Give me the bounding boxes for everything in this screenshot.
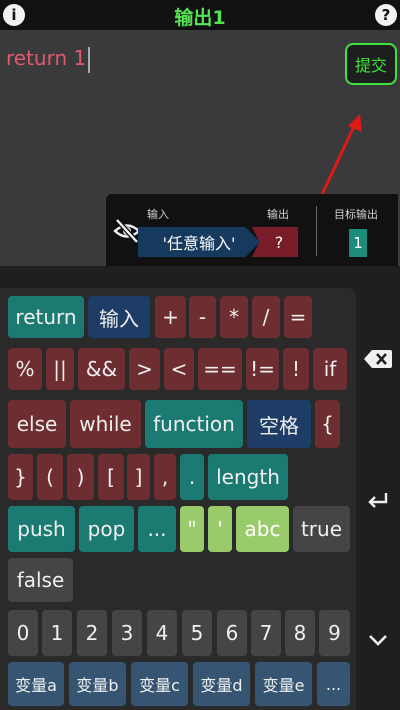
key-push[interactable]: push: [8, 506, 75, 552]
key-digit-7[interactable]: 7: [251, 610, 281, 656]
key-comma[interactable]: ,: [154, 454, 176, 500]
key-var-b[interactable]: 变量b: [69, 662, 126, 706]
key-pop[interactable]: pop: [79, 506, 134, 552]
help-icon[interactable]: ?: [375, 4, 397, 26]
input-value: '任意输入': [138, 227, 260, 257]
key-if[interactable]: if: [313, 348, 347, 390]
key-equal-equal[interactable]: ==: [198, 348, 242, 390]
submit-button[interactable]: 提交: [345, 43, 397, 85]
code-keyboard: return 输入 + - * / = % || && > < == != ! …: [0, 288, 356, 710]
key-digit-3[interactable]: 3: [112, 610, 142, 656]
header: i 输出1 ?: [0, 0, 400, 30]
key-var-d[interactable]: 变量d: [193, 662, 250, 706]
input-label: 输入: [147, 208, 169, 221]
app-root: i 输出1 ? return 1 提交 输入 输出 目标输出 '任意输入' ?: [0, 0, 400, 710]
key-spread[interactable]: ...: [138, 506, 176, 552]
key-plus[interactable]: +: [155, 296, 186, 338]
key-true[interactable]: true: [293, 506, 350, 552]
key-brace-open[interactable]: {: [315, 400, 340, 448]
key-false[interactable]: false: [8, 558, 73, 602]
key-multiply[interactable]: *: [220, 296, 248, 338]
page-title: 输出1: [174, 7, 226, 29]
key-minus[interactable]: -: [189, 296, 216, 338]
key-digit-1[interactable]: 1: [42, 610, 72, 656]
key-abc[interactable]: abc: [236, 506, 289, 552]
key-brace-close[interactable]: }: [8, 454, 33, 500]
key-greater[interactable]: >: [129, 348, 160, 390]
key-while[interactable]: while: [70, 400, 141, 448]
key-or[interactable]: ||: [46, 348, 74, 390]
backspace-icon[interactable]: [363, 348, 393, 370]
key-dot[interactable]: .: [180, 454, 204, 500]
key-modulo[interactable]: %: [8, 348, 42, 390]
key-digit-2[interactable]: 2: [77, 610, 107, 656]
key-double-quote[interactable]: ": [180, 506, 204, 552]
key-var-e[interactable]: 变量e: [255, 662, 312, 706]
key-digit-8[interactable]: 8: [285, 610, 315, 656]
key-else[interactable]: else: [8, 400, 66, 448]
output-label: 输出: [267, 208, 289, 221]
key-digit-0[interactable]: 0: [8, 610, 38, 656]
key-paren-open[interactable]: (: [37, 454, 63, 500]
key-bracket-open[interactable]: [: [98, 454, 124, 500]
enter-icon[interactable]: [366, 490, 390, 510]
key-digit-5[interactable]: 5: [182, 610, 212, 656]
key-equals[interactable]: =: [284, 296, 312, 338]
code-editor[interactable]: return 1 提交 输入 输出 目标输出 '任意输入' ? 1: [0, 30, 400, 266]
key-var-c[interactable]: 变量c: [131, 662, 188, 706]
key-less[interactable]: <: [164, 348, 194, 390]
code-keyword: return: [6, 46, 68, 70]
key-not[interactable]: !: [283, 348, 309, 390]
key-length[interactable]: length: [208, 454, 288, 500]
key-var-a[interactable]: 变量a: [8, 662, 64, 706]
key-bracket-close[interactable]: ]: [127, 454, 150, 500]
code-value: 1: [73, 46, 87, 70]
key-not-equal[interactable]: !=: [246, 348, 279, 390]
key-digit-6[interactable]: 6: [217, 610, 247, 656]
key-single-quote[interactable]: ': [208, 506, 232, 552]
key-paren-close[interactable]: ): [67, 454, 94, 500]
key-space[interactable]: 空格: [247, 400, 311, 448]
io-panel: 输入 输出 目标输出 '任意输入' ? 1: [106, 194, 398, 266]
key-and[interactable]: &&: [78, 348, 125, 390]
key-input[interactable]: 输入: [88, 296, 150, 338]
key-divide[interactable]: /: [252, 296, 280, 338]
key-var-more[interactable]: ...: [317, 662, 350, 706]
text-caret: [88, 46, 91, 73]
eye-slash-icon[interactable]: [112, 216, 142, 246]
target-output-label: 目标输出: [334, 208, 378, 221]
code-line: return 1: [6, 46, 91, 73]
chevron-down-icon[interactable]: [367, 632, 389, 648]
key-function[interactable]: function: [145, 400, 243, 448]
key-digit-9[interactable]: 9: [319, 610, 350, 656]
key-return[interactable]: return: [8, 296, 84, 338]
key-digit-4[interactable]: 4: [147, 610, 177, 656]
io-divider: [316, 206, 317, 256]
target-output-value: 1: [349, 229, 367, 257]
